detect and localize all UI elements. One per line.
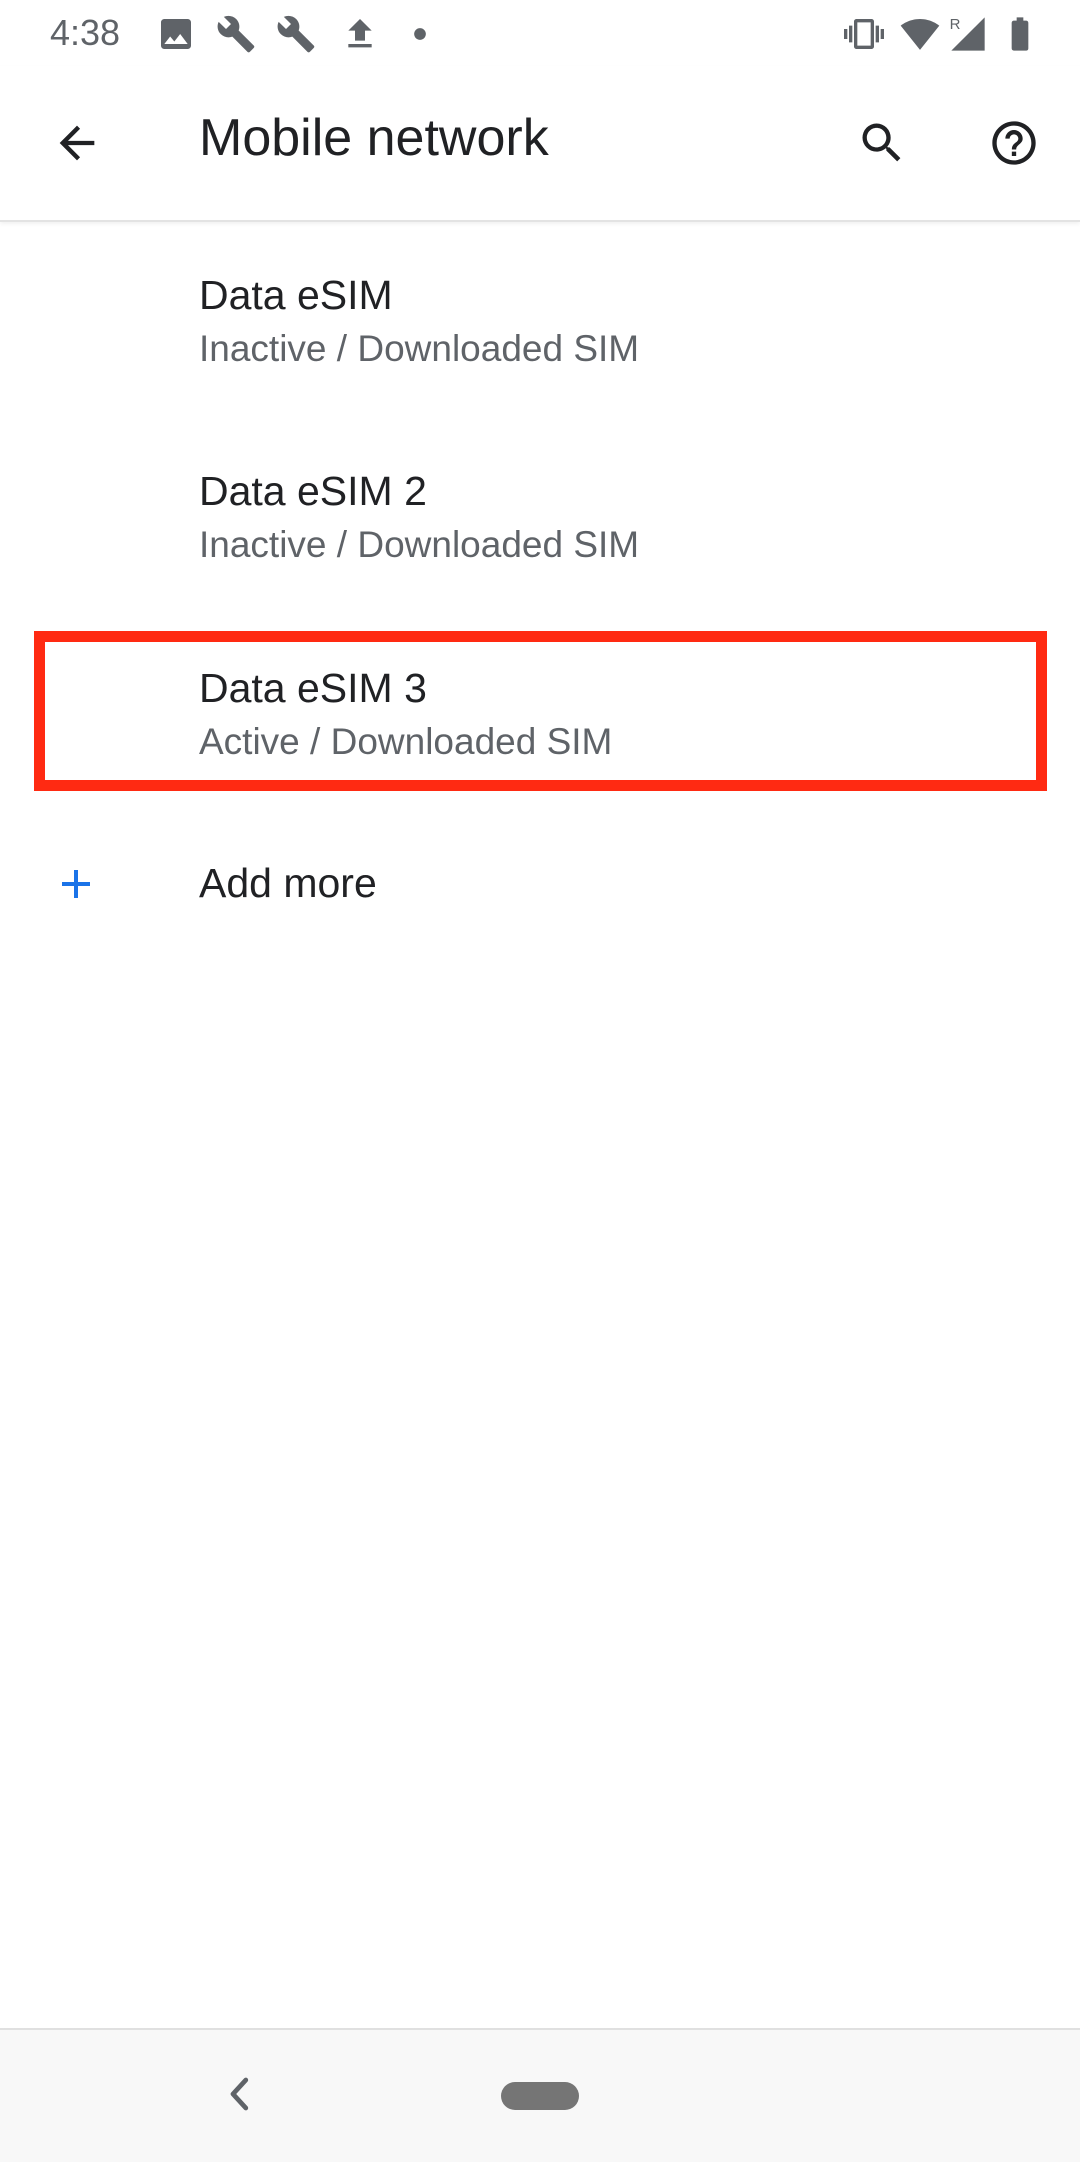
upload-icon xyxy=(340,14,380,54)
page-title: Mobile network xyxy=(199,109,549,167)
help-icon xyxy=(992,121,1036,165)
status-bar: 4:38 R xyxy=(0,0,1080,66)
status-time: 4:38 xyxy=(50,12,121,53)
sim-item-title: Data eSIM 2 xyxy=(199,468,427,514)
battery-icon xyxy=(1000,14,1040,54)
image-icon xyxy=(156,14,196,54)
sim-item-data-esim[interactable]: Data eSIM Inactive / Downloaded SIM xyxy=(0,222,1080,418)
navigation-bar xyxy=(0,2028,1080,2162)
roaming-indicator: R xyxy=(950,16,961,33)
sim-item-summary: Inactive / Downloaded SIM xyxy=(199,328,640,369)
app-bar: Mobile network xyxy=(0,66,1080,222)
sim-item-title: Data eSIM xyxy=(199,272,393,318)
plus-icon xyxy=(52,860,100,908)
vibrate-icon xyxy=(844,14,884,54)
search-icon xyxy=(862,123,901,162)
sim-item-summary: Inactive / Downloaded SIM xyxy=(199,524,640,565)
highlight-box xyxy=(34,631,1047,791)
wrench-icon xyxy=(216,14,256,54)
wrench-icon xyxy=(276,14,316,54)
help-button[interactable] xyxy=(966,95,1062,191)
signal-roaming-icon: R xyxy=(948,14,988,54)
nav-back-icon[interactable] xyxy=(212,2066,268,2122)
arrow-back-icon xyxy=(59,125,95,161)
sim-item-data-esim-2[interactable]: Data eSIM 2 Inactive / Downloaded SIM xyxy=(0,418,1080,614)
dot-icon xyxy=(400,14,440,54)
home-pill-icon[interactable] xyxy=(501,2082,579,2110)
wifi-icon xyxy=(900,14,940,54)
add-more-label: Add more xyxy=(199,860,377,906)
search-button[interactable] xyxy=(834,95,930,191)
back-button[interactable] xyxy=(29,95,125,191)
add-more-button[interactable]: Add more xyxy=(0,800,1080,968)
